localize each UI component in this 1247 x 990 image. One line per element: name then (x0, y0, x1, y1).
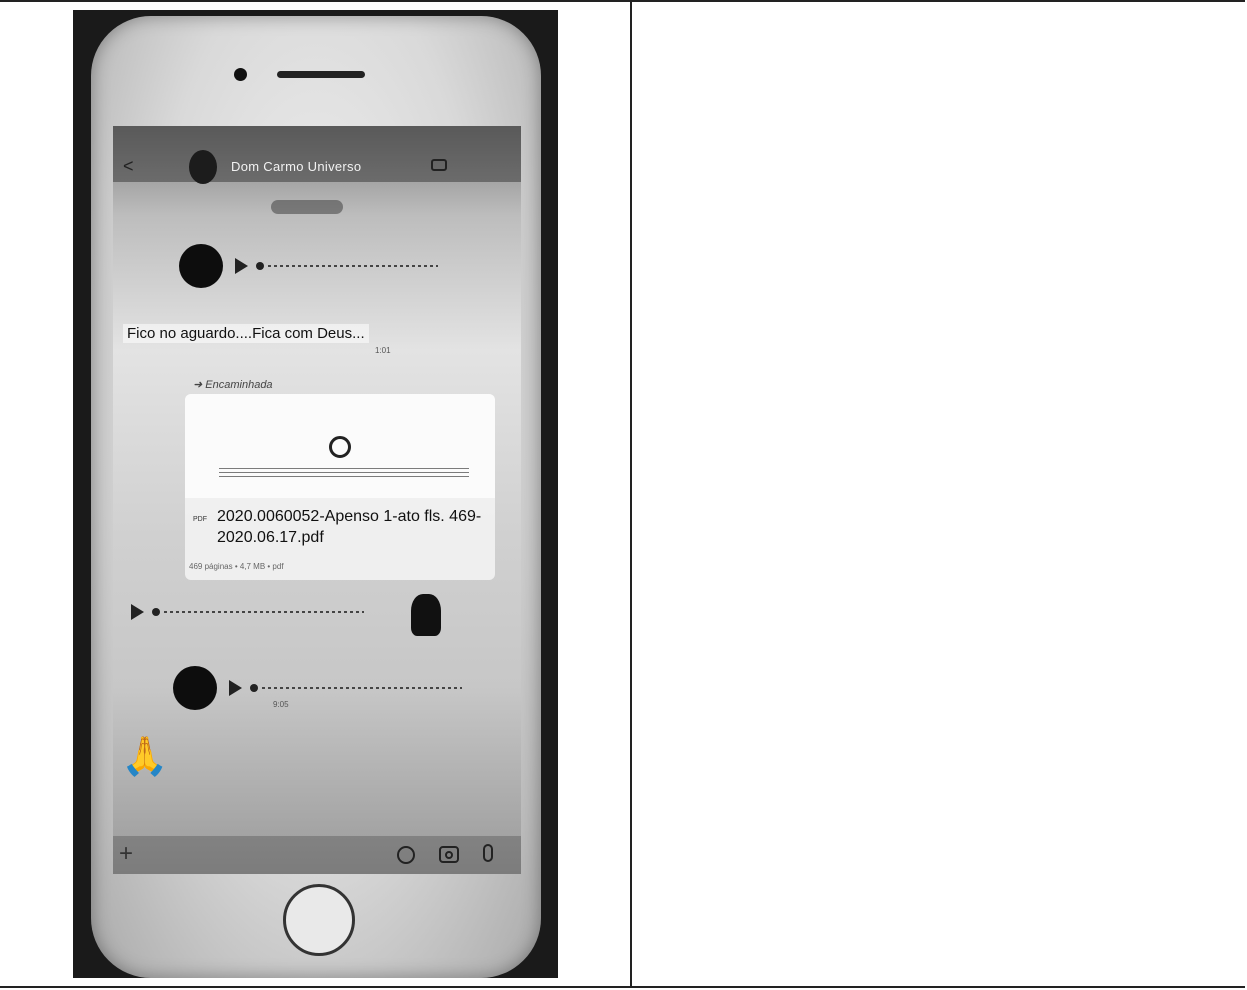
document-header-lines (219, 468, 469, 478)
input-bar: + (113, 836, 521, 874)
play-icon[interactable] (229, 680, 242, 696)
chat-header: < Dom Carmo Universo (113, 126, 521, 184)
back-icon[interactable]: < (123, 156, 134, 177)
progress-dot-icon[interactable] (152, 608, 160, 616)
forwarded-label: ➜ Encaminhada (193, 379, 273, 391)
prayer-emoji: 🙏 (121, 736, 169, 778)
progress-dot-icon[interactable] (250, 684, 258, 692)
sender-avatar (411, 594, 441, 636)
voice-avatar (179, 244, 223, 288)
waveform (268, 265, 438, 267)
document-meta: 469 páginas • 4,7 MB • pdf (189, 562, 284, 571)
voice-time: 9:05 (273, 700, 289, 709)
front-camera-icon (234, 68, 247, 81)
contact-avatar[interactable] (189, 150, 217, 184)
mic-icon[interactable] (483, 844, 493, 862)
waveform (164, 611, 364, 613)
phone-photo: < Dom Carmo Universo Fico no aguardo....… (73, 10, 558, 978)
table-cell-empty (632, 2, 1245, 986)
pdf-icon: PDF (193, 516, 207, 523)
document-table: < Dom Carmo Universo Fico no aguardo....… (0, 0, 1245, 988)
text-message: Fico no aguardo....Fica com Deus... (123, 324, 369, 343)
earpiece-speaker (277, 71, 365, 78)
sticker-icon[interactable] (397, 846, 415, 864)
contact-name[interactable]: Dom Carmo Universo (231, 159, 361, 174)
emblem-icon (329, 436, 351, 458)
voice-avatar (173, 666, 217, 710)
play-icon[interactable] (235, 258, 248, 274)
progress-dot-icon[interactable] (256, 262, 264, 270)
video-call-icon[interactable] (431, 159, 447, 171)
plus-icon[interactable]: + (119, 842, 133, 866)
date-pill (271, 200, 343, 214)
voice-message (173, 666, 462, 710)
voice-message (179, 244, 438, 288)
document-preview[interactable] (185, 394, 495, 498)
home-button[interactable] (283, 884, 355, 956)
phone-screen: < Dom Carmo Universo Fico no aguardo....… (113, 126, 521, 874)
voice-message-outgoing (131, 604, 364, 620)
forwarded-text: Encaminhada (205, 379, 273, 391)
table-cell-photo: < Dom Carmo Universo Fico no aguardo....… (0, 2, 632, 986)
waveform (262, 687, 462, 689)
camera-icon[interactable] (439, 846, 459, 863)
document-file-name[interactable]: 2020.0060052-Apenso 1-ato fls. 469-2020.… (217, 506, 485, 548)
play-icon[interactable] (131, 604, 144, 620)
phone-body: < Dom Carmo Universo Fico no aguardo....… (91, 16, 541, 978)
document-message[interactable]: PDF 2020.0060052-Apenso 1-ato fls. 469-2… (185, 394, 495, 580)
message-time: 1:01 (375, 346, 391, 355)
